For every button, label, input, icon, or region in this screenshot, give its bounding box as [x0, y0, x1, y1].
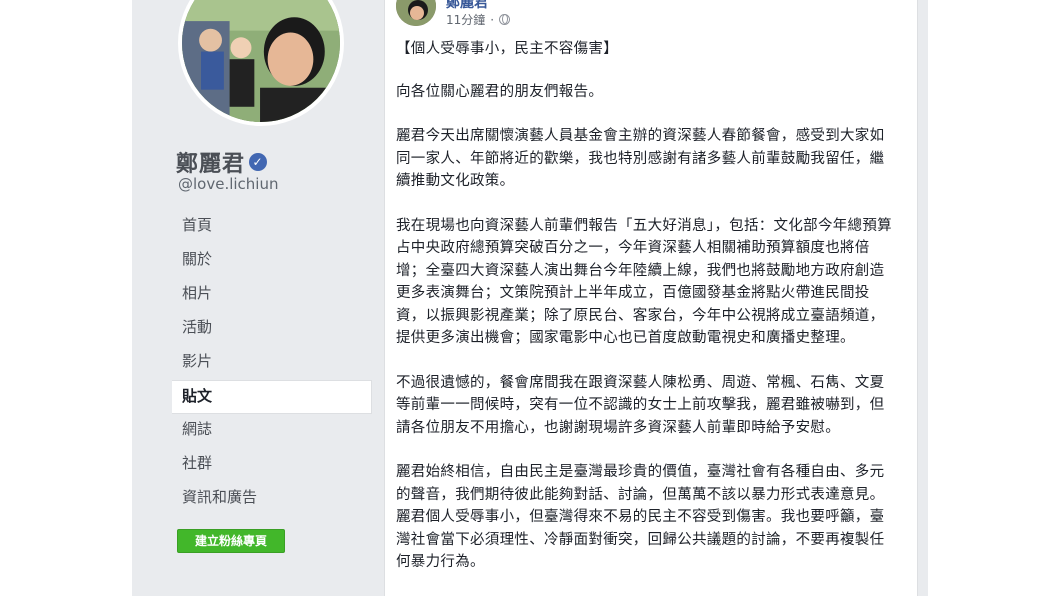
- page-nav: 首頁 關於 相片 活動 影片 貼文 網誌 社群 資訊和廣告: [172, 210, 372, 516]
- nav-item-notes[interactable]: 網誌: [172, 414, 372, 448]
- post-paragraph: 麗君今天出席關懷演藝人員基金會主辦的資深藝人春節餐會，感受到大家如同一家人、年節…: [396, 128, 885, 189]
- create-page-button[interactable]: 建立粉絲專頁: [177, 529, 285, 553]
- post-paragraph: 不過很遺憾的，餐會席間我在跟資深藝人陳松勇、周遊、常楓、石雋、文夏等前輩一一問候…: [396, 374, 885, 436]
- profile-photo-image: [182, 0, 340, 122]
- nav-item-home[interactable]: 首頁: [172, 210, 372, 244]
- page-name-text[interactable]: 鄭麗君: [176, 146, 245, 178]
- nav-item-photos[interactable]: 相片: [172, 278, 372, 312]
- post-timestamp[interactable]: 11分鐘: [446, 11, 485, 28]
- page-name[interactable]: 鄭麗君 ✓: [176, 146, 268, 178]
- verified-badge-icon: ✓: [249, 153, 268, 171]
- nav-item-posts[interactable]: 貼文: [172, 380, 372, 414]
- globe-icon[interactable]: [499, 14, 511, 25]
- post-paragraph: 麗君始終相信，自由民主是臺灣最珍貴的價值，臺灣社會有各種自由、多元的聲音，我們期…: [396, 464, 885, 570]
- nav-item-videos[interactable]: 影片: [172, 346, 372, 380]
- post-meta: 11分鐘 ·: [446, 11, 511, 28]
- page-handle[interactable]: @love.lichiun: [178, 175, 279, 193]
- nav-item-info-and-ads[interactable]: 資訊和廣告: [172, 482, 372, 516]
- post-paragraph: 向各位關心麗君的朋友們報告。: [396, 83, 604, 100]
- post-title: 【個人受辱事小，民主不容傷害】: [396, 41, 618, 57]
- post-paragraph: 我在現場也向資深藝人前輩們報告「五大好消息」，包括：文化部今年總預算占中央政府總…: [396, 217, 892, 347]
- nav-item-events[interactable]: 活動: [172, 312, 372, 346]
- post-meta-separator: ·: [490, 12, 495, 27]
- post-body: 【個人受辱事小，民主不容傷害】 向各位關心麗君的朋友們報告。 麗君今天出席關懷演…: [396, 38, 896, 596]
- nav-item-about[interactable]: 關於: [172, 244, 372, 278]
- nav-item-community[interactable]: 社群: [172, 448, 372, 482]
